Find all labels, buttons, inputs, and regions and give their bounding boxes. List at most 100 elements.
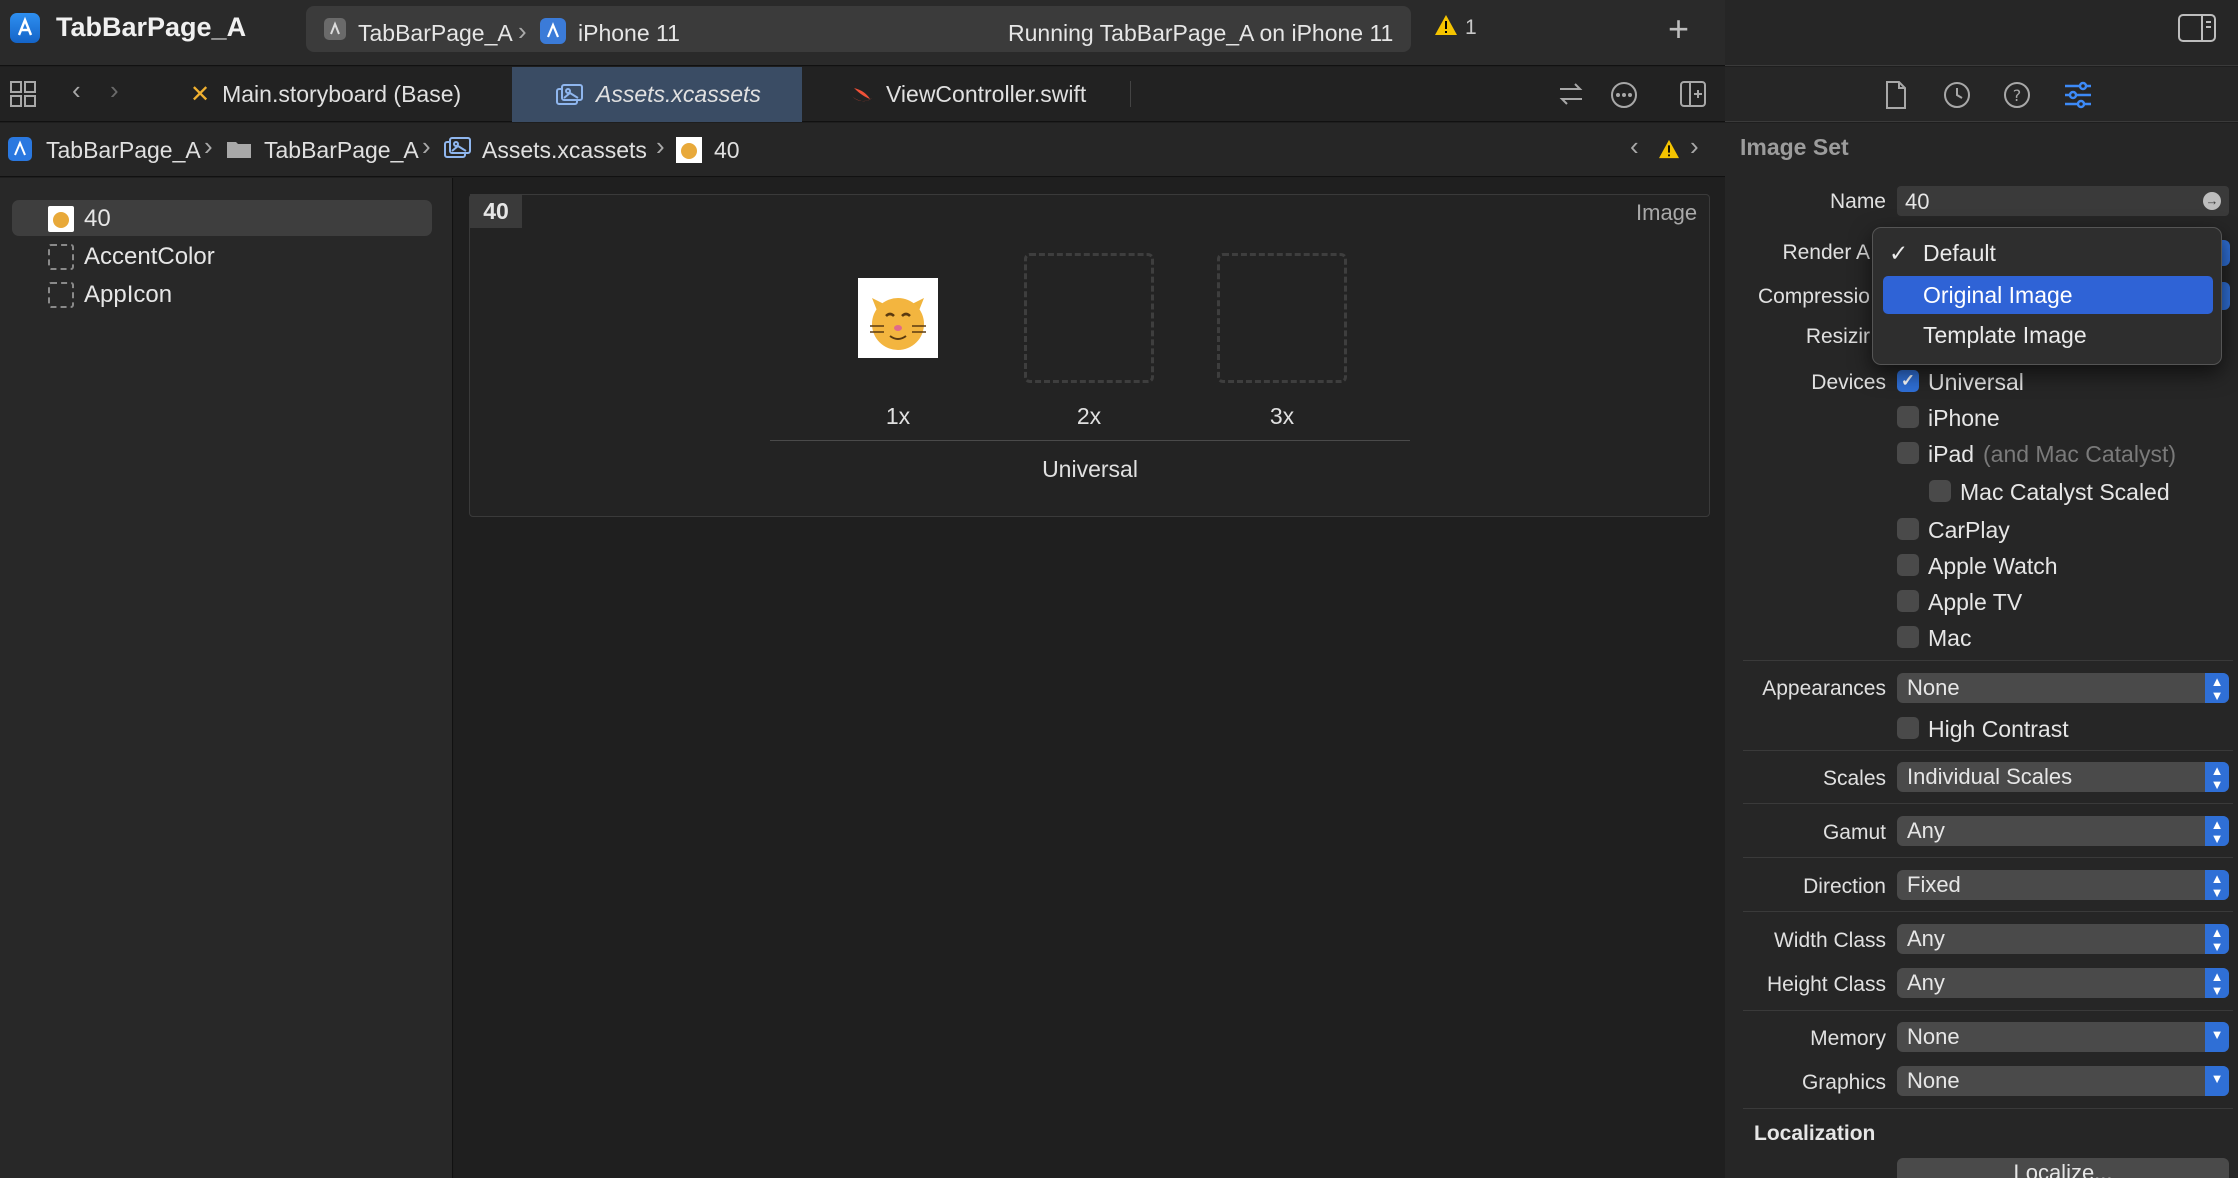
destination-selector[interactable]: iPhone 11: [578, 20, 680, 47]
cat-face-image: [870, 298, 926, 350]
nav-item-40[interactable]: 40: [12, 200, 432, 236]
image-slot-1x[interactable]: [858, 278, 938, 358]
scheme-and-status-box[interactable]: TabBarPage_A › iPhone 11 Running TabBarP…: [306, 6, 1411, 52]
image-slot-2x[interactable]: [1024, 253, 1154, 383]
gamut-popup[interactable]: Any ▲ ▼: [1897, 816, 2229, 846]
inspector-toolbar: [1725, 0, 2238, 66]
breadcrumb-catalog[interactable]: Assets.xcassets: [482, 137, 647, 164]
checkbox-high-contrast[interactable]: [1897, 717, 1919, 739]
app-icon-set-icon: [48, 282, 74, 308]
back-chevron-icon[interactable]: ‹: [72, 75, 81, 106]
image-slot-3x[interactable]: [1217, 253, 1347, 383]
menu-item-original-image[interactable]: Original Image: [1883, 276, 2213, 314]
tab-assets-xcassets[interactable]: Assets.xcassets: [512, 67, 802, 122]
chevron-down-icon: ▼: [2205, 1022, 2229, 1052]
tab-main-storyboard[interactable]: ✕ Main.storyboard (Base): [170, 67, 510, 122]
help-inspector-icon[interactable]: ?: [2003, 81, 2031, 109]
up-down-chevron-icon: ▲ ▼: [2205, 924, 2229, 954]
menu-item-default[interactable]: ✓ Default: [1883, 234, 2213, 272]
checkbox-label: iPad: [1928, 441, 1975, 467]
menu-item-template-image[interactable]: Template Image: [1883, 316, 2213, 354]
warning-icon[interactable]: [1434, 14, 1458, 36]
scheme-app-icon: [324, 18, 346, 40]
activity-status: Running TabBarPage_A on iPhone 11: [1008, 20, 1394, 46]
popup-value: Any: [1907, 926, 1945, 951]
width-class-label: Width Class: [1773, 929, 1886, 952]
name-field-value: 40: [1905, 189, 1930, 214]
devices-label: Devices: [1811, 371, 1886, 394]
graphics-label: Graphics: [1801, 1071, 1886, 1094]
asset-kind-label: Image: [1636, 200, 1698, 225]
appearances-label: Appearances: [1762, 677, 1886, 700]
breadcrumb-asset[interactable]: 40: [714, 137, 740, 164]
height-class-label: Height Class: [1766, 973, 1886, 996]
memory-popup[interactable]: None ▼: [1897, 1022, 2229, 1052]
history-inspector-icon[interactable]: [1943, 81, 1971, 109]
graphics-popup[interactable]: None ▼: [1897, 1066, 2229, 1096]
name-field[interactable]: 40 →: [1897, 186, 2229, 216]
nav-item-appicon[interactable]: AppIcon: [12, 276, 432, 312]
related-items-icon[interactable]: [1558, 81, 1584, 107]
checkbox-label: Apple Watch: [1928, 553, 2058, 579]
tab-divider: [1130, 81, 1131, 107]
project-title: TabBarPage_A: [56, 12, 247, 42]
nav-item-label: 40: [84, 205, 111, 232]
checkbox-ipad[interactable]: [1897, 442, 1919, 464]
scheme-selector[interactable]: TabBarPage_A: [358, 20, 513, 47]
chevron-right-icon: ›: [656, 131, 665, 161]
menu-item-label: Original Image: [1923, 282, 2073, 308]
asset-catalog-icon: [556, 83, 584, 106]
plus-icon[interactable]: +: [1668, 8, 1689, 50]
gamut-label: Gamut: [1822, 821, 1886, 844]
tab-label: ViewController.swift: [886, 81, 1087, 107]
sidebar-toggle-icon[interactable]: [2178, 14, 2216, 42]
nav-item-label: AccentColor: [84, 243, 215, 270]
forward-chevron-icon[interactable]: ›: [110, 75, 119, 106]
ipad-note: (and Mac Catalyst): [1983, 441, 2177, 467]
popup-value: Fixed: [1907, 872, 1961, 897]
checkbox-mac-catalyst-scaled[interactable]: [1929, 480, 1951, 502]
image-thumbnail-icon: [48, 206, 74, 232]
warning-icon[interactable]: [1658, 139, 1680, 159]
separator: [1743, 1108, 2233, 1109]
chevron-right-icon: ›: [518, 16, 527, 46]
checkbox-apple-watch[interactable]: [1897, 554, 1919, 576]
checkbox-mac[interactable]: [1897, 626, 1919, 648]
nav-item-accentcolor[interactable]: AccentColor: [12, 238, 432, 274]
next-issue-icon[interactable]: ›: [1690, 131, 1699, 162]
chevron-down-icon: ▼: [2205, 1066, 2229, 1096]
inspector-section-title: Image Set: [1740, 134, 1849, 160]
tab-viewcontroller-swift[interactable]: ViewController.swift: [820, 67, 1140, 122]
arrow-circle-icon[interactable]: →: [2203, 192, 2221, 210]
checkbox-apple-tv[interactable]: [1897, 590, 1919, 612]
checkbox-label: CarPlay: [1928, 517, 2010, 543]
attributes-inspector-icon[interactable]: [2063, 81, 2093, 109]
breadcrumb-folder[interactable]: TabBarPage_A: [264, 137, 419, 164]
storyboard-icon: ✕: [190, 81, 211, 108]
appearances-popup[interactable]: None ▲ ▼: [1897, 673, 2229, 703]
localize-button[interactable]: Localize...: [1897, 1158, 2229, 1178]
asset-catalog-icon: [444, 137, 472, 159]
separator: [1743, 857, 2233, 858]
width-class-popup[interactable]: Any ▲ ▼: [1897, 924, 2229, 954]
scales-popup[interactable]: Individual Scales ▲ ▼: [1897, 762, 2229, 792]
xcode-app-icon: [10, 13, 40, 43]
add-editor-icon[interactable]: [1680, 81, 1706, 107]
direction-popup[interactable]: Fixed ▲ ▼: [1897, 870, 2229, 900]
checkbox-iphone[interactable]: [1897, 406, 1919, 428]
compression-label: Compressio: [1757, 285, 1870, 308]
tab-label: Main.storyboard (Base): [222, 81, 462, 107]
breadcrumb-project[interactable]: TabBarPage_A: [46, 137, 201, 164]
checkbox-carplay[interactable]: [1897, 518, 1919, 540]
nav-item-label: AppIcon: [84, 281, 173, 308]
checkbox-universal[interactable]: ✓: [1897, 370, 1919, 392]
separator: [1743, 803, 2233, 804]
previous-issue-icon[interactable]: ‹: [1630, 131, 1639, 162]
editor-tab-bar: ‹ › ✕ Main.storyboard (Base) Assets.xcas…: [0, 67, 1725, 122]
direction-label: Direction: [1803, 875, 1886, 898]
grid-icon[interactable]: [10, 81, 36, 107]
height-class-popup[interactable]: Any ▲ ▼: [1897, 968, 2229, 998]
separator: [1743, 750, 2233, 751]
file-inspector-icon[interactable]: [1885, 81, 1907, 109]
more-options-icon[interactable]: [1610, 81, 1638, 109]
